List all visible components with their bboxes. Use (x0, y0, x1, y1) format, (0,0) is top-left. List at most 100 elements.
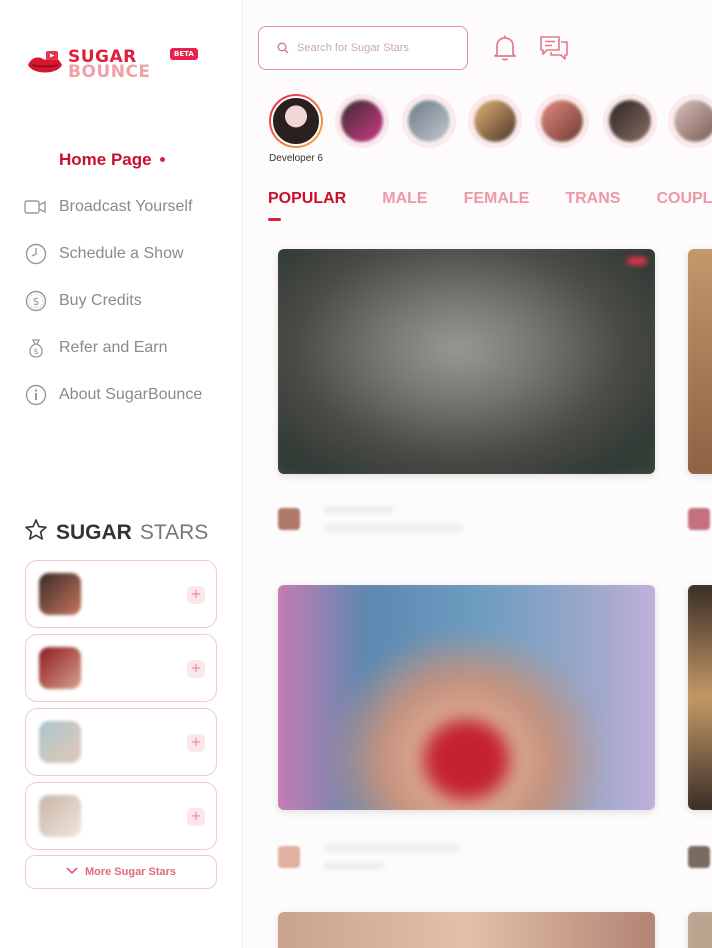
sidebar: SUGAR BOUNCE BETA Home Page Broadcast Yo… (0, 0, 243, 948)
beta-badge: BETA (170, 48, 198, 60)
avatar (672, 98, 712, 144)
stream-preview-image (688, 585, 712, 810)
sugar-stars-heading: SUGAR STARS (24, 518, 208, 548)
nav-item-schedule[interactable]: Schedule a Show (24, 230, 234, 277)
avatar (472, 98, 518, 144)
search-input[interactable] (297, 42, 457, 54)
star-outline-icon (24, 518, 48, 548)
story-ring (468, 94, 522, 148)
brand-wordmark: SUGAR BOUNCE (68, 49, 151, 82)
story-item[interactable] (601, 94, 659, 153)
sugar-star-card[interactable]: + (25, 560, 217, 628)
stream-thumbnail[interactable] (278, 585, 655, 810)
svg-text:$: $ (32, 295, 39, 308)
avatar (607, 98, 653, 144)
video-camera-icon (24, 195, 47, 218)
story-ring (535, 94, 589, 148)
story-item[interactable] (333, 94, 391, 153)
sugar-star-card[interactable]: + (25, 634, 217, 702)
avatar (406, 98, 452, 144)
story-ring (668, 94, 712, 148)
stream-preview-image (278, 585, 655, 810)
nav-item-about[interactable]: About SugarBounce (24, 371, 234, 418)
sugar-stars-title-light: STARS (139, 521, 209, 544)
chat-bubbles-icon[interactable] (539, 32, 569, 64)
add-star-button[interactable]: + (187, 660, 205, 678)
nav-item-label: Home Page (59, 149, 152, 169)
chevron-down-icon (66, 866, 78, 878)
story-item[interactable] (466, 94, 524, 153)
stream-thumbnail[interactable] (688, 912, 712, 948)
active-dot-icon (159, 157, 165, 162)
avatar (39, 573, 81, 615)
tab-female[interactable]: FEMALE (464, 190, 530, 208)
svg-text:$: $ (33, 347, 38, 356)
nav-item-home[interactable]: Home Page (24, 136, 234, 183)
tab-male[interactable]: MALE (382, 190, 427, 208)
stream-thumbnail[interactable] (278, 249, 655, 474)
stream-thumbnail[interactable] (688, 585, 712, 810)
search-box[interactable] (258, 26, 468, 70)
avatar (339, 98, 385, 144)
search-icon (277, 39, 289, 58)
brand-line2: BOUNCE (68, 62, 151, 82)
sugar-stars-title-bold: SUGAR (56, 521, 132, 544)
stream-subtitle-placeholder (324, 862, 384, 870)
story-ring (402, 94, 456, 148)
stream-preview-image (278, 912, 655, 948)
story-ring (335, 94, 389, 148)
tab-trans[interactable]: TRANS (565, 190, 620, 208)
nav-item-label: About SugarBounce (59, 385, 203, 403)
info-icon (24, 383, 47, 406)
avatar (39, 721, 81, 763)
story-ring (603, 94, 657, 148)
avatar[interactable] (688, 846, 710, 868)
app-window: SUGAR BOUNCE BETA Home Page Broadcast Yo… (0, 0, 712, 948)
avatar (271, 96, 321, 146)
nav-item-label: Broadcast Yourself (59, 197, 193, 215)
nav-item-label: Buy Credits (59, 291, 142, 309)
story-item[interactable] (666, 94, 712, 153)
bell-icon[interactable] (490, 32, 520, 64)
nav-item-label: Refer and Earn (59, 338, 168, 356)
story-item[interactable] (533, 94, 591, 153)
nav-item-buy-credits[interactable]: $ Buy Credits (24, 277, 234, 324)
more-sugar-stars-label: More Sugar Stars (84, 866, 177, 878)
nav-item-broadcast[interactable]: Broadcast Yourself (24, 183, 234, 230)
brand-logo[interactable]: SUGAR BOUNCE BETA (26, 48, 198, 82)
sugar-star-card[interactable]: + (25, 782, 217, 850)
avatar[interactable] (278, 508, 300, 530)
main-nav: Home Page Broadcast Yourself Schedule a … (24, 136, 234, 418)
lips-logo-icon (26, 48, 64, 82)
story-item[interactable] (400, 94, 458, 153)
live-badge (627, 257, 647, 265)
tab-popular[interactable]: POPULAR (268, 190, 346, 221)
stream-preview-image (688, 249, 712, 474)
story-item[interactable]: Developer 6 (267, 94, 325, 164)
tab-couples[interactable]: COUPLES (656, 190, 712, 208)
category-tabs: POPULAR MALE FEMALE TRANS COUPLES (268, 190, 712, 221)
avatar[interactable] (688, 508, 710, 530)
stream-subtitle-placeholder (324, 524, 464, 532)
add-star-button[interactable]: + (187, 734, 205, 752)
avatar[interactable] (278, 846, 300, 868)
stream-thumbnail[interactable] (278, 912, 655, 948)
stream-title-placeholder (324, 844, 459, 852)
more-sugar-stars-button[interactable]: More Sugar Stars (25, 855, 217, 889)
stories-row: Developer 6 (266, 94, 712, 166)
stream-preview-image (688, 912, 712, 948)
money-bag-icon: $ (24, 336, 47, 359)
stream-title-placeholder (324, 506, 394, 514)
dollar-coin-icon: $ (24, 289, 47, 312)
add-star-button[interactable]: + (187, 586, 205, 604)
sugar-star-card[interactable]: + (25, 708, 217, 776)
avatar (39, 647, 81, 689)
add-star-button[interactable]: + (187, 808, 205, 826)
clock-icon (24, 242, 47, 265)
stream-thumbnail[interactable] (688, 249, 712, 474)
avatar (539, 98, 585, 144)
stream-preview-image (278, 249, 655, 474)
avatar (39, 795, 81, 837)
story-label: Developer 6 (269, 153, 323, 164)
nav-item-refer[interactable]: $ Refer and Earn (24, 324, 234, 371)
